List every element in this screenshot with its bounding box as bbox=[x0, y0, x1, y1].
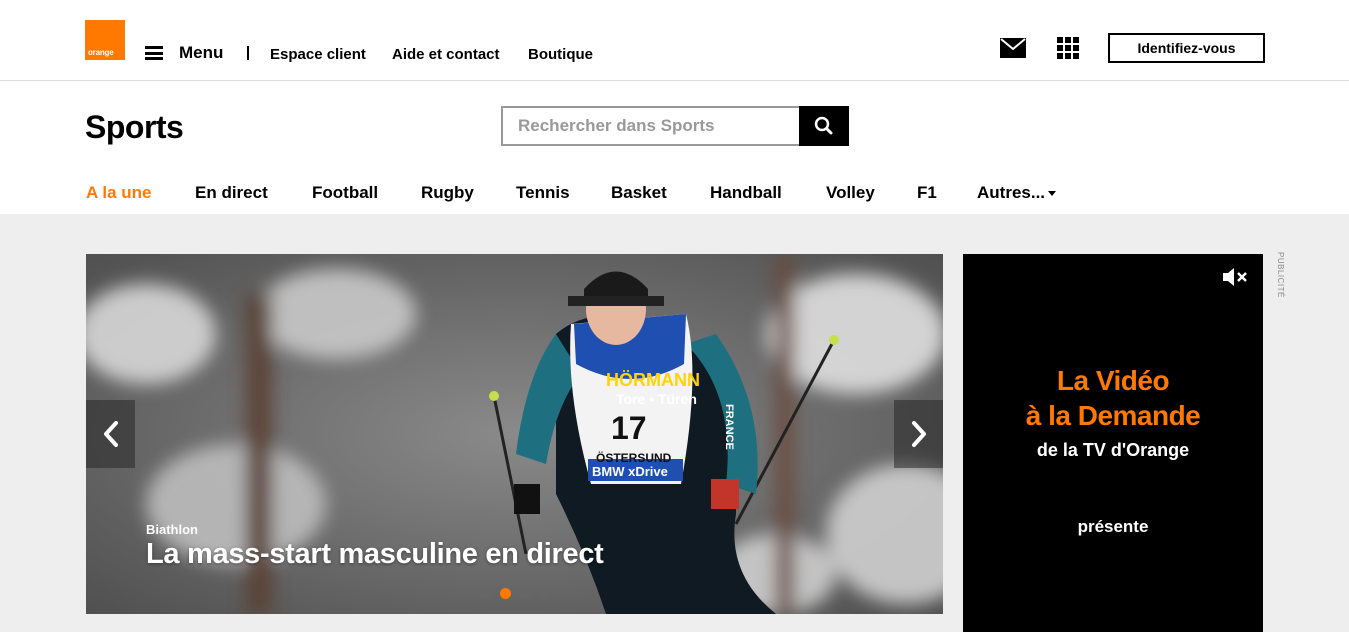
mute-icon[interactable] bbox=[1221, 266, 1249, 288]
tab-autres[interactable]: Autres... bbox=[977, 183, 1057, 203]
tab-tennis[interactable]: Tennis bbox=[516, 183, 570, 203]
ad-headline-2: à la Demande bbox=[1025, 400, 1201, 431]
boutique-link[interactable]: Boutique bbox=[528, 46, 593, 63]
slide-category[interactable]: Biathlon bbox=[146, 522, 198, 537]
tab-volley[interactable]: Volley bbox=[826, 183, 875, 203]
ad-cta-text: présente bbox=[1077, 517, 1149, 536]
top-bar: orange Menu Espace client Aide et contac… bbox=[0, 0, 1349, 81]
menu-label: Menu bbox=[179, 43, 224, 62]
ad-headline-1: La Vidéo bbox=[1056, 365, 1170, 396]
slider-dot[interactable] bbox=[520, 588, 531, 599]
search-input[interactable] bbox=[503, 108, 798, 144]
sports-nav: A la une En direct Football Rugby Tennis… bbox=[0, 170, 1349, 214]
advertisement[interactable]: La Vidéo à la Demande de la TV d'Orange … bbox=[963, 254, 1263, 632]
bib-bottom: ÖSTERSUND bbox=[596, 450, 672, 465]
mail-icon[interactable] bbox=[1000, 38, 1026, 58]
slider-dot-active[interactable] bbox=[500, 588, 511, 599]
tab-f1[interactable]: F1 bbox=[917, 183, 937, 203]
chevron-left-icon bbox=[103, 421, 118, 447]
page-title: Sports bbox=[85, 109, 184, 145]
slider-dot[interactable] bbox=[480, 588, 491, 599]
chevron-right-icon bbox=[911, 421, 926, 447]
orange-logo[interactable]: orange bbox=[85, 20, 125, 60]
ad-label: PUBLICITÉ bbox=[1276, 252, 1285, 298]
espace-client-link[interactable]: Espace client bbox=[270, 46, 366, 63]
ad-subtitle: de la TV d'Orange bbox=[1036, 440, 1190, 460]
tab-en-direct[interactable]: En direct bbox=[195, 183, 268, 203]
slider-prev-button[interactable] bbox=[86, 400, 135, 468]
search-icon bbox=[814, 116, 833, 135]
bib-brand: BMW xDrive bbox=[592, 464, 668, 479]
slide-title[interactable]: La mass-start masculine en direct bbox=[146, 538, 604, 571]
hamburger-icon bbox=[145, 46, 163, 60]
sleeve-text: FRANCE bbox=[723, 404, 735, 450]
login-button[interactable]: Identifiez-vous bbox=[1108, 33, 1265, 63]
main-content: HÖRMANN Tore • Türen 17 ÖSTERSUND BMW xD… bbox=[0, 214, 1349, 632]
slider-dot[interactable] bbox=[540, 588, 551, 599]
menu-button[interactable]: Menu bbox=[145, 43, 223, 63]
slider-dots bbox=[480, 588, 551, 599]
bib-sponsor-sub: Tore • Türen bbox=[616, 391, 697, 407]
caret-down-icon bbox=[1048, 191, 1057, 197]
divider bbox=[247, 46, 249, 60]
tab-a-la-une[interactable]: A la une bbox=[86, 183, 152, 203]
bib-sponsor: HÖRMANN bbox=[606, 370, 700, 390]
slider-next-button[interactable] bbox=[894, 400, 943, 468]
tab-handball[interactable]: Handball bbox=[710, 183, 782, 203]
hero-slider[interactable]: HÖRMANN Tore • Türen 17 ÖSTERSUND BMW xD… bbox=[86, 254, 943, 614]
search-box bbox=[501, 106, 801, 146]
apps-grid-icon[interactable] bbox=[1057, 37, 1079, 59]
tab-football[interactable]: Football bbox=[312, 183, 378, 203]
tab-rugby[interactable]: Rugby bbox=[421, 183, 474, 203]
tab-autres-label: Autres... bbox=[977, 183, 1046, 202]
search-button[interactable] bbox=[799, 106, 849, 146]
bib-number: 17 bbox=[611, 410, 647, 446]
aide-contact-link[interactable]: Aide et contact bbox=[392, 46, 500, 63]
logo-text: orange bbox=[88, 48, 114, 57]
tab-basket[interactable]: Basket bbox=[611, 183, 667, 203]
